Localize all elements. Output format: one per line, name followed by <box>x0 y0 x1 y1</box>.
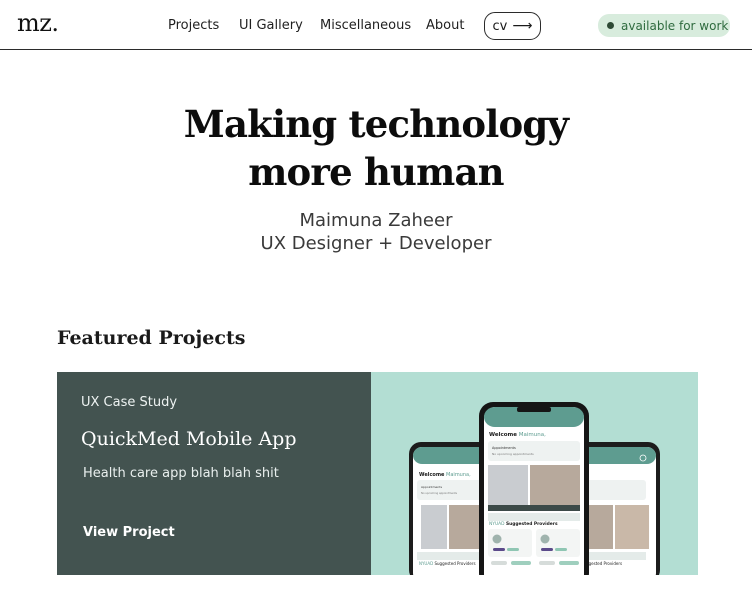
featured-projects-heading: Featured Projects <box>57 327 246 349</box>
project-card-preview: Welcome Maimuna, Appointments No upcomin… <box>371 372 698 575</box>
nav-link-miscellaneous[interactable]: Miscellaneous <box>320 18 411 33</box>
view-project-link[interactable]: View Project <box>83 525 175 540</box>
project-card-info: UX Case Study QuickMed Mobile App Health… <box>57 372 371 575</box>
availability-badge: available for work <box>598 14 730 37</box>
svg-text:NYUAD Suggested Providers: NYUAD Suggested Providers <box>419 561 476 566</box>
phone-center: Welcome Maimuna, Appointments No upcomin… <box>479 402 589 575</box>
svg-text:Appointments: Appointments <box>492 446 516 450</box>
cv-button[interactable]: cv ⟶ <box>484 12 541 40</box>
status-dot-icon <box>607 22 614 29</box>
nav-link-projects[interactable]: Projects <box>168 18 219 33</box>
svg-text:No upcoming appointments: No upcoming appointments <box>421 491 458 495</box>
hero-title: Making technology more human <box>0 100 752 196</box>
hero-name: Maimuna Zaheer <box>299 210 453 231</box>
project-description: Health care app blah blah shit <box>83 466 279 481</box>
hero-role: UX Designer + Developer <box>260 233 492 254</box>
svg-text:Appointments: Appointments <box>421 485 442 489</box>
nav-link-about[interactable]: About <box>426 18 464 33</box>
site-logo[interactable]: mz. <box>17 9 59 37</box>
top-navigation: mz. Projects UI Gallery Miscellaneous Ab… <box>0 0 752 50</box>
cv-label: cv <box>492 18 508 34</box>
hero-title-line-2: more human <box>248 150 504 194</box>
project-card-quickmed[interactable]: UX Case Study QuickMed Mobile App Health… <box>57 372 698 575</box>
svg-text:Welcome Maimuna,: Welcome Maimuna, <box>489 432 546 438</box>
svg-text:Welcome Maimuna,: Welcome Maimuna, <box>419 472 471 478</box>
svg-text:No upcoming appointments: No upcoming appointments <box>492 452 534 456</box>
svg-text:NYUAD Suggested Providers: NYUAD Suggested Providers <box>489 521 558 527</box>
nav-link-ui-gallery[interactable]: UI Gallery <box>239 18 303 33</box>
availability-label: available for work <box>621 18 729 33</box>
project-kicker: UX Case Study <box>81 395 178 410</box>
arrow-right-icon: ⟶ <box>512 18 533 34</box>
project-title: QuickMed Mobile App <box>81 428 297 450</box>
hero-title-line-1: Making technology <box>183 102 569 146</box>
phone-mockups-image: Welcome Maimuna, Appointments No upcomin… <box>409 402 660 575</box>
